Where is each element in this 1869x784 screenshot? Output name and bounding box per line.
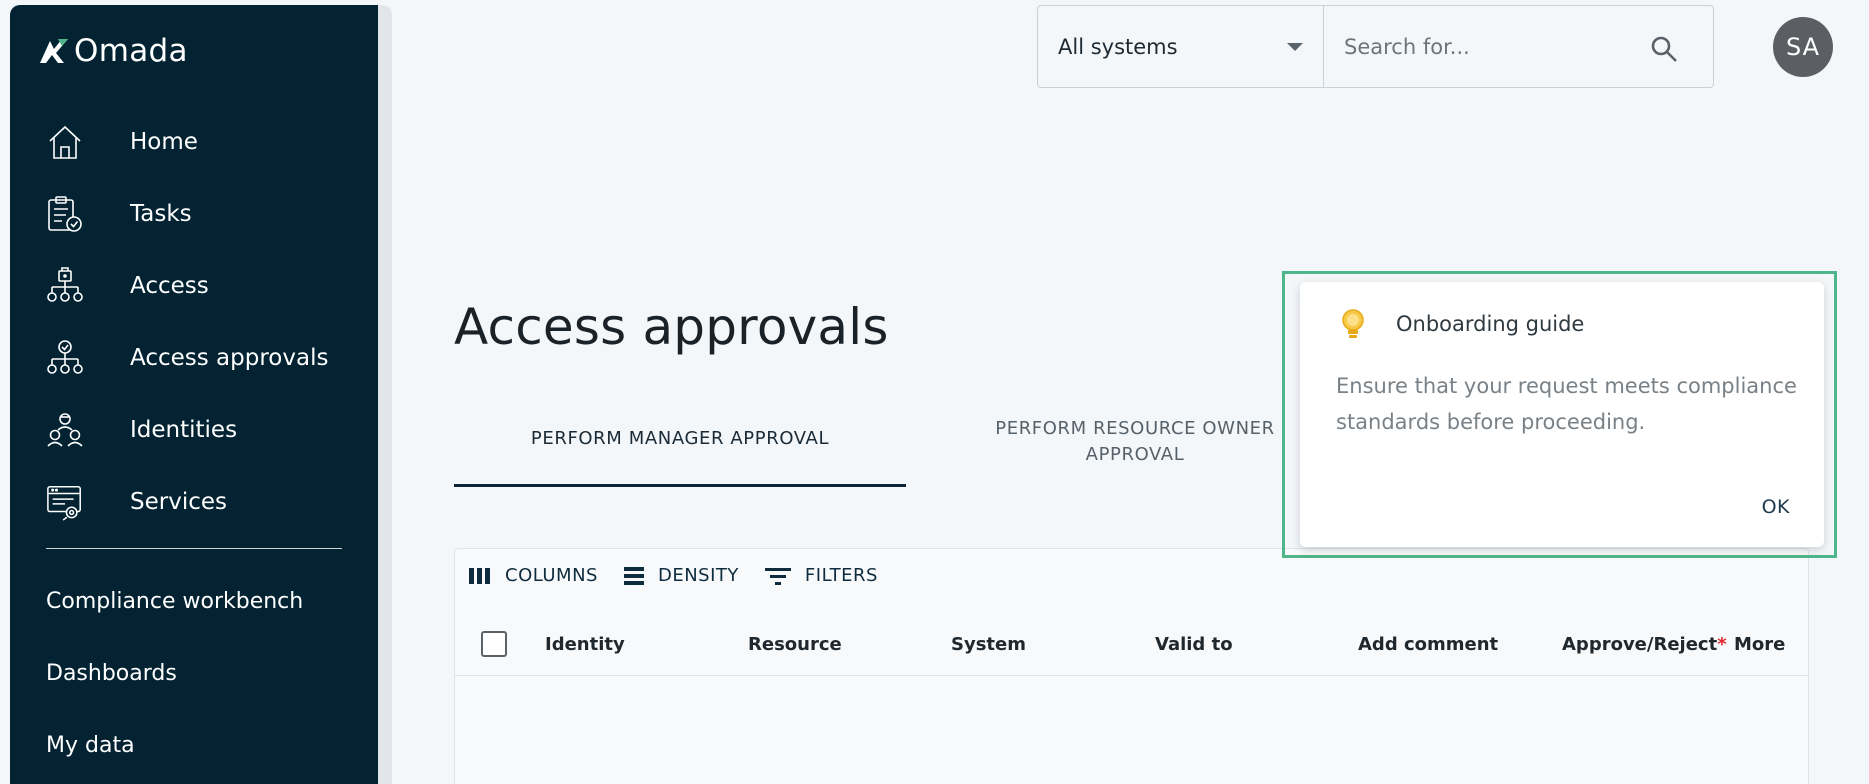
- sidebar: Omada Home Tasks Access Access approvals…: [10, 5, 378, 784]
- column-header-more[interactable]: More: [1734, 634, 1785, 655]
- sidebar-item-label: Home: [130, 129, 198, 155]
- approval-hierarchy-icon: [46, 336, 84, 380]
- density-icon: [623, 566, 644, 585]
- active-tab-indicator: [454, 484, 906, 487]
- density-button[interactable]: DENSITY: [623, 565, 739, 586]
- sidebar-item-access-approvals[interactable]: Access approvals: [46, 333, 328, 383]
- sidebar-link-compliance-workbench[interactable]: Compliance workbench: [46, 589, 303, 614]
- sidebar-item-tasks[interactable]: Tasks: [46, 189, 192, 239]
- grid-header-row: Identity Resource System Valid to Add co…: [455, 614, 1808, 676]
- identities-icon: [46, 408, 84, 452]
- columns-label: COLUMNS: [505, 565, 598, 586]
- onboarding-title: Onboarding guide: [1396, 312, 1585, 336]
- tab-perform-resource-owner-approval[interactable]: PERFORM RESOURCE OWNER APPROVAL: [975, 416, 1295, 468]
- sidebar-item-label: Access: [130, 273, 209, 299]
- clipboard-check-icon: [46, 192, 84, 236]
- column-header-add-comment[interactable]: Add comment: [1358, 634, 1498, 655]
- sidebar-item-label: Access approvals: [130, 345, 329, 371]
- approvals-grid: COLUMNS DENSITY FILTERS Identity Resourc…: [454, 548, 1809, 784]
- columns-button[interactable]: COLUMNS: [469, 565, 598, 586]
- search-input[interactable]: [1344, 34, 1634, 59]
- sidebar-item-label: Identities: [130, 417, 238, 443]
- sidebar-item-services[interactable]: Services: [46, 477, 227, 527]
- onboarding-guide-popover: Onboarding guide Ensure that your reques…: [1300, 282, 1824, 547]
- sidebar-item-label: Services: [130, 489, 227, 515]
- sidebar-item-access[interactable]: Access: [46, 261, 209, 311]
- search-icon[interactable]: [1649, 34, 1679, 68]
- onboarding-ok-button[interactable]: OK: [1762, 496, 1790, 518]
- system-select[interactable]: All systems: [1037, 5, 1324, 88]
- sidebar-link-my-data[interactable]: My data: [46, 733, 135, 758]
- search-box: [1323, 5, 1714, 88]
- tab-perform-manager-approval[interactable]: PERFORM MANAGER APPROVAL: [454, 428, 906, 449]
- brand-name: Omada: [74, 33, 188, 69]
- omada-logo-icon: [40, 39, 68, 63]
- sidebar-divider: [46, 548, 342, 549]
- column-header-system[interactable]: System: [951, 634, 1026, 655]
- home-icon: [46, 120, 84, 164]
- onboarding-body: Ensure that your request meets complianc…: [1336, 374, 1797, 434]
- grid-toolbar: COLUMNS DENSITY FILTERS: [469, 565, 878, 586]
- column-header-approve-reject[interactable]: Approve/Reject*: [1562, 634, 1727, 655]
- page-title: Access approvals: [454, 298, 889, 356]
- avatar[interactable]: SA: [1773, 17, 1833, 77]
- sidebar-item-label: Tasks: [130, 201, 192, 227]
- sidebar-edge: [378, 5, 392, 784]
- filters-button[interactable]: FILTERS: [764, 565, 878, 586]
- sidebar-item-home[interactable]: Home: [46, 117, 198, 167]
- access-hierarchy-icon: [46, 264, 84, 308]
- chevron-down-icon: [1287, 43, 1303, 51]
- omada-logo[interactable]: Omada: [38, 33, 188, 69]
- sidebar-link-dashboards[interactable]: Dashboards: [46, 661, 177, 686]
- column-header-label: Approve/Reject: [1562, 634, 1718, 655]
- density-label: DENSITY: [657, 565, 739, 586]
- lightbulb-icon: [1340, 308, 1366, 346]
- select-all-checkbox[interactable]: [481, 631, 507, 657]
- filters-label: FILTERS: [804, 565, 878, 586]
- sidebar-item-identities[interactable]: Identities: [46, 405, 237, 455]
- column-header-valid-to[interactable]: Valid to: [1155, 634, 1233, 655]
- columns-icon: [469, 567, 490, 584]
- system-select-value: All systems: [1058, 34, 1178, 59]
- required-marker: *: [1717, 634, 1727, 655]
- column-header-resource[interactable]: Resource: [748, 634, 842, 655]
- column-header-identity[interactable]: Identity: [545, 634, 625, 655]
- services-icon: [46, 480, 84, 524]
- filter-icon: [764, 567, 791, 585]
